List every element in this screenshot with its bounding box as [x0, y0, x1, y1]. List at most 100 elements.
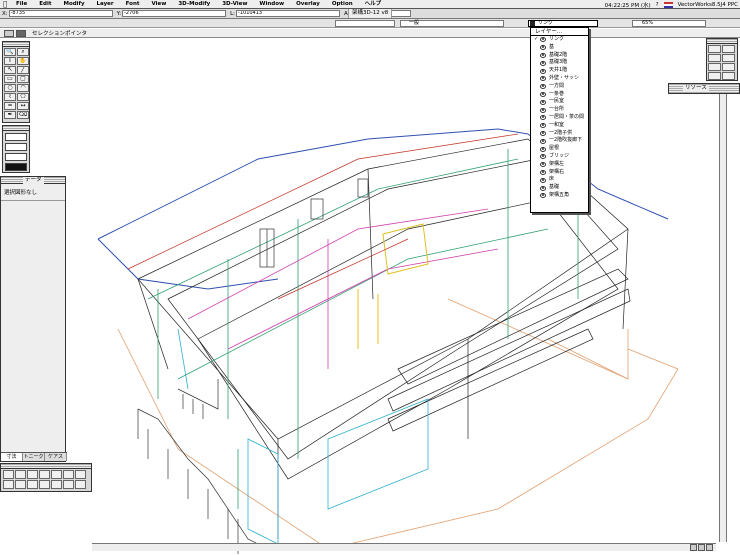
line-weight-swatch[interactable] [5, 153, 27, 161]
attributes-palette-titlebar[interactable] [3, 126, 29, 131]
visibility-icon[interactable] [540, 123, 546, 129]
layer-item[interactable]: 一和室 [531, 122, 588, 130]
tool-set-2-icon[interactable] [15, 470, 26, 479]
menu-edit[interactable]: Edit [39, 0, 51, 8]
polygon-tool-icon[interactable]: ⬠ [17, 93, 29, 101]
layer-item[interactable]: 一居間・茶の間 [531, 114, 588, 122]
tool-set-8-icon[interactable] [3, 480, 14, 489]
mode-button-1[interactable] [4, 29, 14, 37]
hand-tool-icon[interactable]: ✋ [17, 57, 29, 65]
visibility-icon[interactable] [540, 146, 546, 152]
wall-tool-icon[interactable]: ═ [4, 102, 16, 110]
color-swatch[interactable] [5, 163, 27, 171]
layer-item[interactable]: 基 [531, 44, 588, 52]
3d-tool-2-icon[interactable] [722, 45, 735, 53]
tool-set-1-icon[interactable] [3, 470, 14, 479]
layer-item[interactable]: 屋根 [531, 145, 588, 153]
data-palette-titlebar[interactable]: データ [1, 177, 65, 184]
visibility-icon[interactable] [540, 162, 546, 168]
layer-item[interactable]: ブリッジ [531, 153, 588, 161]
tool-set-5-icon[interactable] [51, 470, 62, 479]
layer-dropdown-header[interactable]: レイヤー... [531, 28, 588, 36]
visibility-icon[interactable] [540, 52, 546, 58]
rounded-rect-tool-icon[interactable]: ▢ [17, 75, 29, 83]
3d-tool-3-icon[interactable] [708, 54, 721, 62]
visibility-icon[interactable] [540, 185, 546, 191]
visibility-icon[interactable] [540, 107, 546, 113]
visibility-icon[interactable] [540, 130, 546, 136]
x-field[interactable]: -8735 [8, 10, 113, 17]
line-tool-icon[interactable]: ╱ [17, 66, 29, 74]
vertical-scrollbar[interactable] [719, 94, 727, 542]
menu-option[interactable]: Option [332, 0, 353, 8]
layer-item[interactable]: 一台所 [531, 106, 588, 114]
resource-palette-titlebar[interactable]: リソース [669, 84, 739, 94]
tab-keas[interactable]: ケアス [45, 453, 67, 461]
menu-3d-modify[interactable]: 3D-Modify [178, 0, 210, 8]
visibility-icon[interactable] [540, 154, 546, 160]
polyline-tool-icon[interactable]: ⌇ [4, 93, 16, 101]
layer-item[interactable]: 架構五角 [531, 192, 588, 200]
zoom-field[interactable]: 65% [632, 20, 706, 27]
visibility-icon[interactable] [540, 68, 546, 74]
visibility-icon[interactable] [540, 115, 546, 121]
menu-layer[interactable]: Layer [97, 0, 114, 8]
tab-dimensions[interactable]: 寸法 [1, 453, 23, 461]
corner-button-3[interactable] [706, 544, 713, 551]
arc-tool-icon[interactable]: ◠ [17, 84, 29, 92]
tool-set-6-icon[interactable] [63, 470, 74, 479]
mode-button-2[interactable] [16, 29, 26, 37]
tool-set-10-icon[interactable] [27, 480, 38, 489]
menu-file[interactable]: File [16, 0, 27, 8]
drawing-canvas[interactable] [28, 39, 708, 555]
3d-tool-7-icon[interactable] [708, 72, 721, 80]
menu-3d-view[interactable]: 3D-View [222, 0, 247, 8]
eraser-tool-icon[interactable]: ⌫ [17, 111, 29, 119]
layer-item[interactable]: ✓ リンク [531, 36, 588, 44]
pointer-tool-icon[interactable]: ↖ [4, 66, 16, 74]
layer-item[interactable]: 架構左 [531, 161, 588, 169]
tool-set-7-icon[interactable] [75, 470, 86, 479]
visibility-icon[interactable] [540, 45, 546, 51]
visibility-icon[interactable] [540, 60, 546, 66]
menu-window[interactable]: Window [259, 0, 284, 8]
zoom-in-icon[interactable]: 🔍 [4, 48, 16, 56]
menu-modify[interactable]: Modify [63, 0, 84, 8]
flag-icon[interactable] [663, 1, 673, 8]
menu-view[interactable]: View [151, 0, 166, 8]
eyedropper-tool-icon[interactable]: ✒ [4, 111, 16, 119]
layer-item[interactable]: 天井1階 [531, 67, 588, 75]
visibility-icon[interactable] [540, 76, 546, 82]
layer-select[interactable]: リンク [528, 20, 598, 27]
3d-tool-8-icon[interactable] [722, 72, 735, 80]
dimension-tool-icon[interactable]: ↔ [17, 102, 29, 110]
rectangle-tool-icon[interactable]: ▭ [4, 75, 16, 83]
pen-swatch[interactable] [5, 143, 27, 151]
visibility-icon[interactable] [540, 138, 546, 144]
layer-item[interactable]: 外壁・サッシ [531, 75, 588, 83]
visibility-icon[interactable] [540, 37, 546, 43]
fill-swatch[interactable] [5, 133, 27, 141]
tool-set-14-icon[interactable] [75, 480, 86, 489]
visibility-icon[interactable] [540, 84, 546, 90]
3d-tool-5-icon[interactable] [708, 63, 721, 71]
l-field[interactable]: -1010413 [236, 10, 341, 17]
3d-tool-1-icon[interactable] [708, 45, 721, 53]
menu-overlay[interactable]: Overlay [296, 0, 320, 8]
apple-menu-icon[interactable]:  [3, 0, 10, 8]
tool-set-9-icon[interactable] [15, 480, 26, 489]
app-name[interactable]: VectorWorks8.5J4 PPC [678, 2, 738, 8]
3d-tool-4-icon[interactable] [722, 54, 735, 62]
zoom-out-icon[interactable]: ⌕ [17, 48, 29, 56]
layer-item[interactable]: 基礎 [531, 184, 588, 192]
layer-item[interactable]: 一2階吹抜廊下 [531, 137, 588, 145]
y-field[interactable]: -2706 [122, 10, 227, 17]
tab-tonique[interactable]: トニーク [23, 453, 45, 461]
3d-tool-6-icon[interactable] [722, 63, 735, 71]
tool-set-12-icon[interactable] [51, 480, 62, 489]
circle-tool-icon[interactable]: ○ [4, 84, 16, 92]
text-tool-icon[interactable]: T [4, 57, 16, 65]
class-select[interactable]: 一般 [400, 20, 504, 27]
menu-help[interactable]: ヘルプ [365, 0, 382, 8]
help-icon[interactable]: ? [656, 2, 659, 8]
